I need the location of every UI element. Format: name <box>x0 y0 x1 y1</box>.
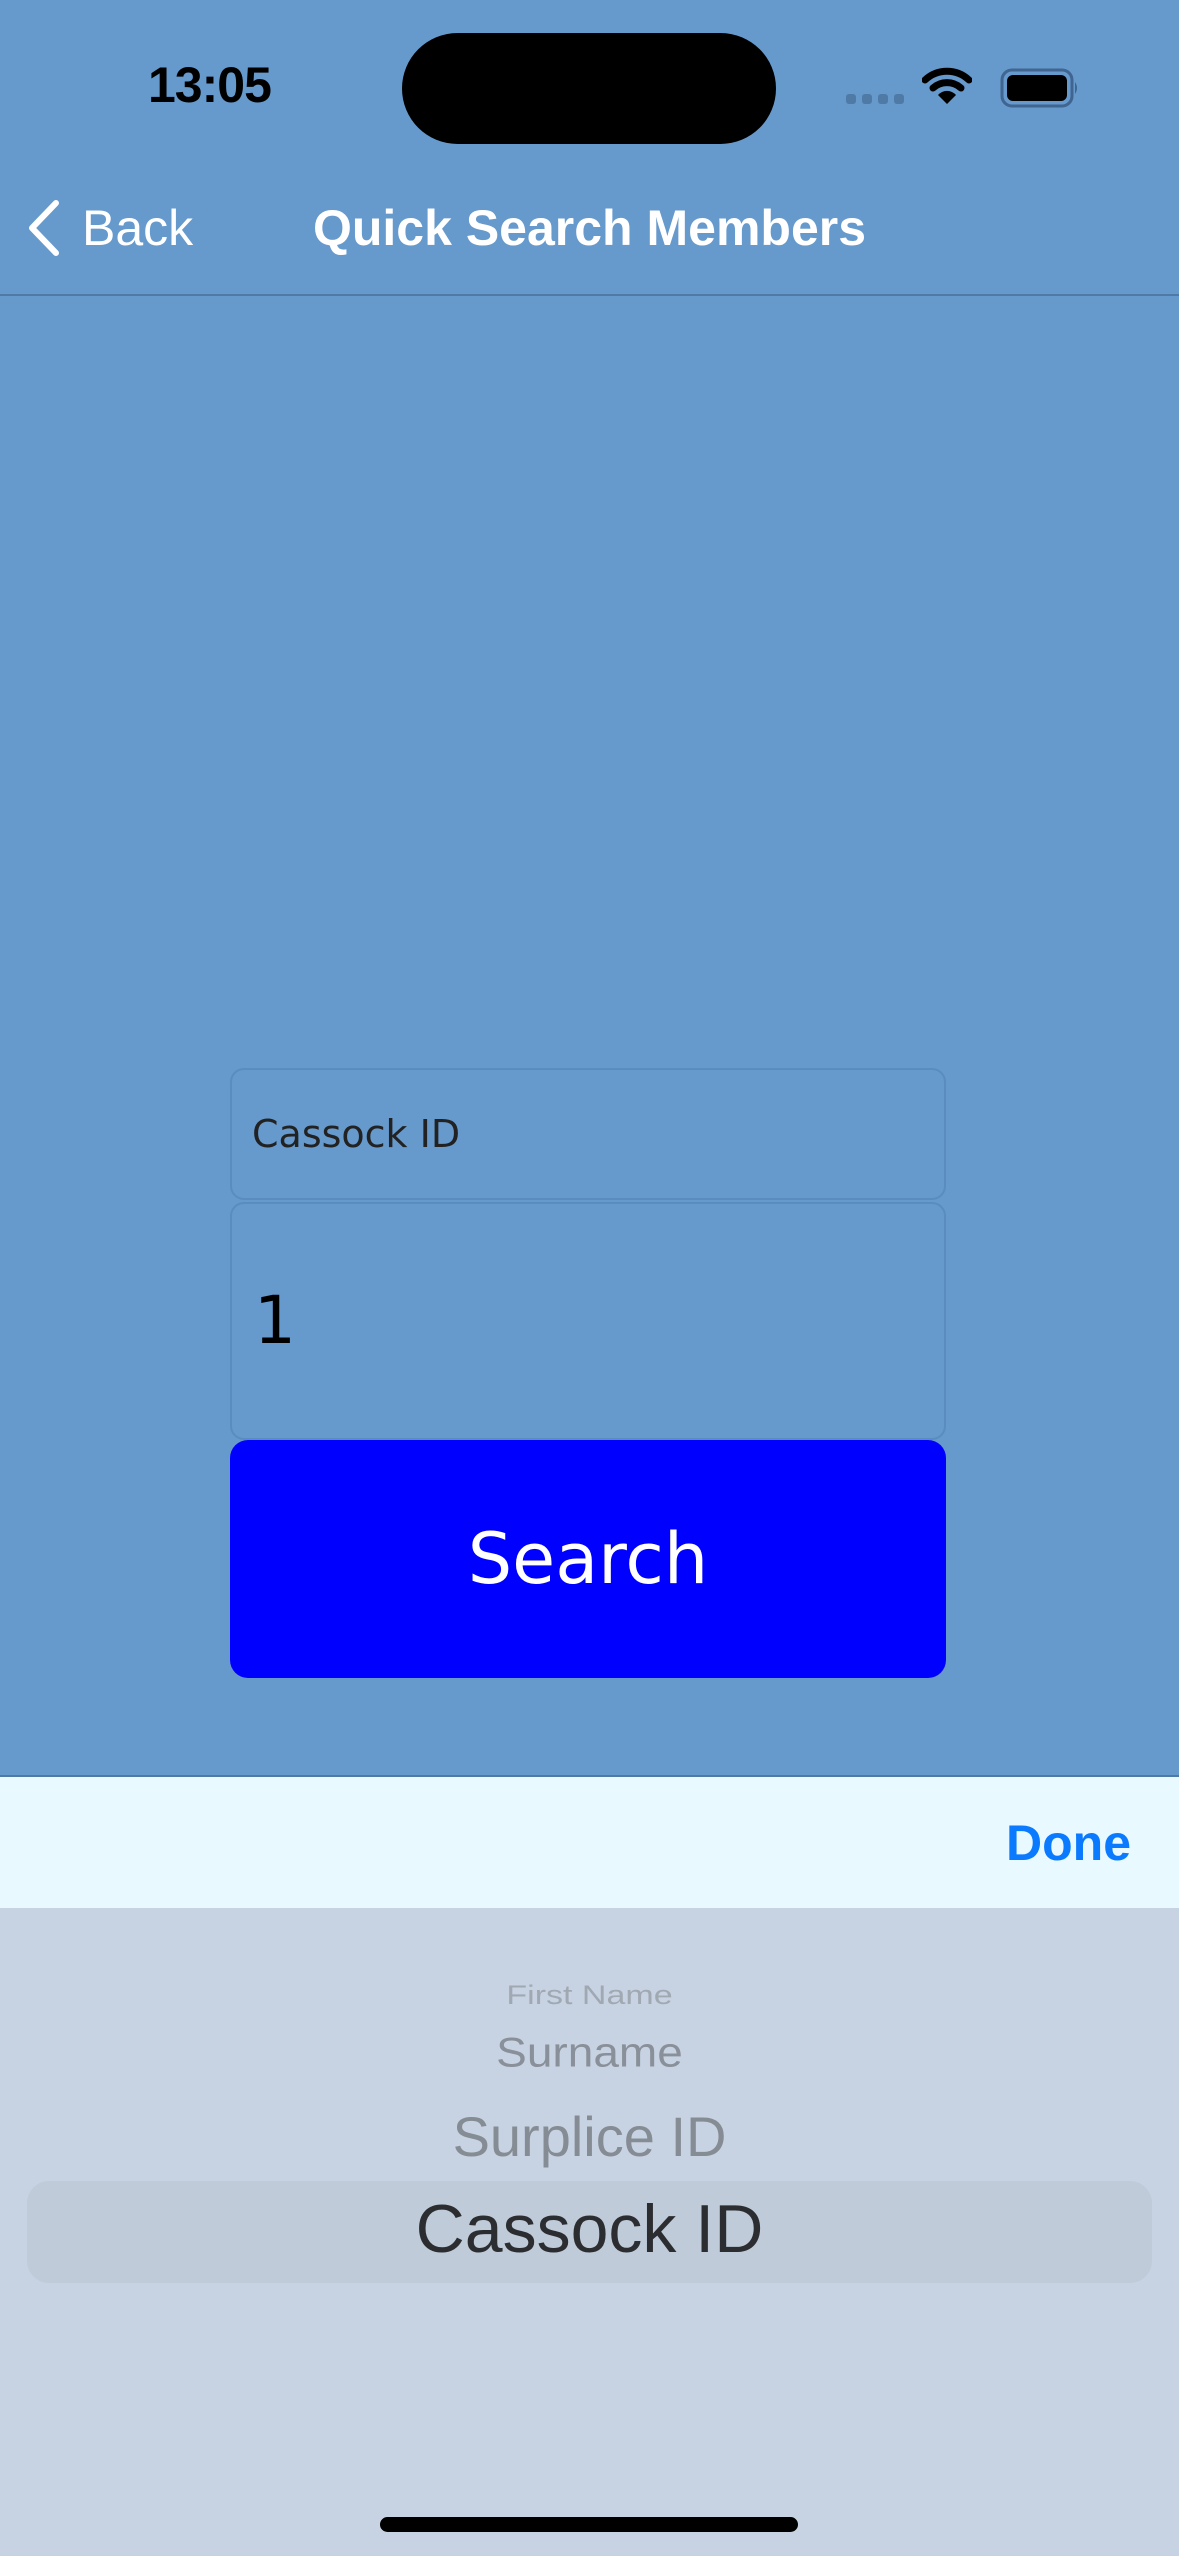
battery-icon <box>1000 68 1080 113</box>
dynamic-island <box>402 33 776 144</box>
wifi-icon <box>921 66 973 111</box>
status-time: 13:05 <box>148 57 272 113</box>
cellular-signal-icon <box>846 94 904 104</box>
picker-option[interactable]: Surplice ID <box>0 2104 1179 2169</box>
home-indicator[interactable] <box>380 2517 798 2532</box>
picker-option-selected[interactable]: Cassock ID <box>0 2190 1179 2268</box>
picker-toolbar: Done <box>0 1775 1179 1910</box>
picker-option[interactable]: First Name <box>0 1980 1179 2011</box>
page-title: Quick Search Members <box>312 200 867 256</box>
search-button[interactable]: Search <box>230 1440 946 1678</box>
done-button[interactable]: Done <box>1006 1777 1131 1910</box>
picker-option[interactable]: Surname <box>0 2028 1179 2077</box>
search-value-input[interactable]: 1 <box>230 1202 946 1440</box>
search-type-field[interactable]: Cassock ID <box>230 1068 946 1200</box>
